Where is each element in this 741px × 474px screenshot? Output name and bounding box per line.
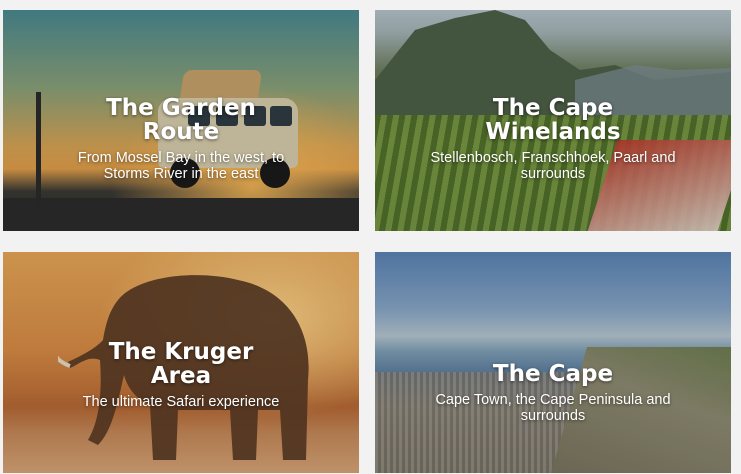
card-subtitle: The ultimate Safari experience: [82, 394, 280, 410]
destination-card-the-cape[interactable]: The Cape Cape Town, the Cape Peninsula a…: [375, 252, 731, 473]
card-title: The Cape: [492, 361, 614, 387]
card-caption: The Kruger Area The ultimate Safari expe…: [3, 340, 359, 410]
card-subtitle: Cape Town, the Cape Peninsula and surrou…: [435, 392, 671, 424]
card-title: The Cape Winelands: [485, 95, 621, 145]
card-caption: The Cape Cape Town, the Cape Peninsula a…: [375, 362, 731, 424]
destination-card-cape-winelands[interactable]: The Cape Winelands Stellenbosch, Fransch…: [375, 10, 731, 231]
card-caption: The Garden Route From Mossel Bay in the …: [3, 96, 359, 182]
destination-card-garden-route[interactable]: The Garden Route From Mossel Bay in the …: [3, 10, 359, 231]
card-title: The Garden Route: [106, 95, 256, 145]
card-caption: The Cape Winelands Stellenbosch, Fransch…: [375, 96, 731, 182]
card-title: The Kruger Area: [108, 339, 254, 389]
destination-card-kruger-area[interactable]: The Kruger Area The ultimate Safari expe…: [3, 252, 359, 473]
card-subtitle: Stellenbosch, Franschhoek, Paarl and sur…: [430, 150, 676, 182]
card-subtitle: From Mossel Bay in the west, to Storms R…: [77, 150, 285, 182]
